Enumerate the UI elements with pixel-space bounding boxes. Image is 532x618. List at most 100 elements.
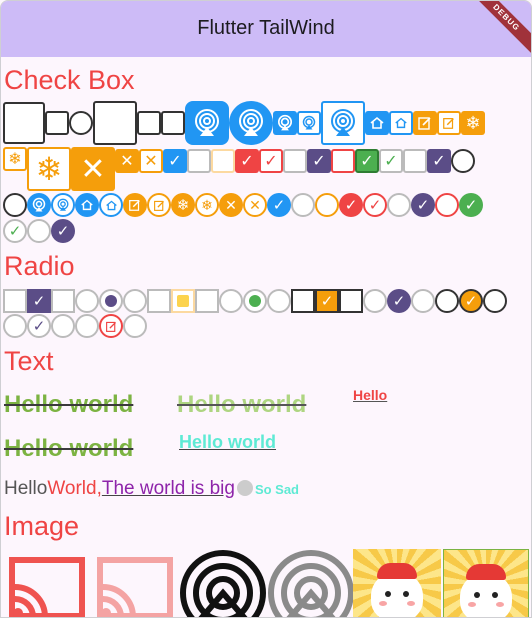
checkbox-checked[interactable]: ✓: [259, 149, 283, 173]
snowflake-icon: ❄: [35, 151, 63, 187]
close-checkbox-circle[interactable]: ✕: [243, 193, 267, 217]
radio[interactable]: [435, 289, 459, 313]
close-checkbox[interactable]: ✕: [71, 147, 115, 191]
radio[interactable]: [339, 289, 363, 313]
radio[interactable]: [291, 289, 315, 313]
home-checkbox[interactable]: [389, 111, 413, 135]
radio-selected[interactable]: [243, 289, 267, 313]
radio[interactable]: [219, 289, 243, 313]
checkbox-circle-checked[interactable]: ✓: [3, 219, 27, 243]
edit-checkbox[interactable]: [413, 111, 437, 135]
check-icon: ✓: [416, 197, 430, 214]
checkbox[interactable]: [3, 102, 45, 144]
radio-selected[interactable]: ✓: [459, 289, 483, 313]
radio[interactable]: [267, 289, 291, 313]
radio[interactable]: [3, 314, 27, 338]
checkbox-checked[interactable]: ✓: [307, 149, 331, 173]
checkbox-circle[interactable]: [451, 149, 475, 173]
radio[interactable]: [411, 289, 435, 313]
check-icon: ✓: [168, 153, 182, 170]
edit-checkbox[interactable]: [437, 111, 461, 135]
radio[interactable]: [51, 289, 75, 313]
radio[interactable]: [75, 314, 99, 338]
radio[interactable]: [3, 289, 27, 313]
airplay-checkbox-circle[interactable]: [51, 193, 75, 217]
radio[interactable]: [75, 289, 99, 313]
checkbox[interactable]: [187, 149, 211, 173]
checkbox-checked[interactable]: ✓: [379, 149, 403, 173]
checkbox[interactable]: [45, 111, 69, 135]
airplay-checkbox[interactable]: [229, 101, 273, 145]
check-icon: ✓: [32, 293, 46, 310]
radio-selected[interactable]: ✓: [27, 289, 51, 313]
rich-text-line: Hello World, The world is big So Sad: [4, 478, 299, 500]
snowflake-checkbox-circle[interactable]: ❄: [195, 193, 219, 217]
radio[interactable]: [51, 314, 75, 338]
checkbox[interactable]: [137, 111, 161, 135]
radio[interactable]: [123, 314, 147, 338]
radio[interactable]: [195, 289, 219, 313]
airplay-checkbox[interactable]: [321, 101, 365, 145]
radio-row-1: ✓ ✓ ✓ ✓: [3, 289, 507, 313]
checkbox-circle-checked[interactable]: ✓: [411, 193, 435, 217]
checkbox-circle-checked[interactable]: ✓: [267, 193, 291, 217]
text-strike-light: Hello world: [177, 391, 307, 418]
airplay-checkbox[interactable]: [297, 111, 321, 135]
checkbox[interactable]: [211, 149, 235, 173]
edit-checkbox-circle[interactable]: [147, 193, 171, 217]
checkbox-circle[interactable]: [315, 193, 339, 217]
snowflake-checkbox-circle[interactable]: ❄: [171, 193, 195, 217]
radio-selected[interactable]: ✓: [315, 289, 339, 313]
snowflake-checkbox[interactable]: ❄: [461, 111, 485, 135]
radio[interactable]: [147, 289, 171, 313]
radio[interactable]: [483, 289, 507, 313]
close-checkbox-circle[interactable]: ✕: [219, 193, 243, 217]
checkbox[interactable]: [161, 111, 185, 135]
radio-dot: [177, 295, 189, 307]
checkbox[interactable]: [69, 111, 93, 135]
checkbox-circle-checked[interactable]: ✓: [51, 219, 75, 243]
checkbox[interactable]: [403, 149, 427, 173]
edit-icon: [129, 200, 140, 211]
snowflake-checkbox[interactable]: ❄: [3, 147, 27, 171]
checkbox[interactable]: [93, 101, 137, 145]
radio[interactable]: [123, 289, 147, 313]
checkbox[interactable]: [331, 149, 355, 173]
checkbox-circle-checked[interactable]: ✓: [339, 193, 363, 217]
home-checkbox-circle[interactable]: [75, 193, 99, 217]
checkbox-checked[interactable]: ✓: [355, 149, 379, 173]
avatar-icon: [236, 480, 253, 496]
close-checkbox[interactable]: ✕: [115, 149, 139, 173]
radio[interactable]: [363, 289, 387, 313]
checkbox-circle[interactable]: [3, 193, 27, 217]
close-checkbox[interactable]: ✕: [139, 149, 163, 173]
check-icon: ✓: [56, 223, 70, 240]
checkbox-checked[interactable]: ✓: [163, 149, 187, 173]
checkbox-circle[interactable]: [291, 193, 315, 217]
check-icon: ✓: [360, 153, 374, 170]
airplay-checkbox[interactable]: [185, 101, 229, 145]
radio-selected[interactable]: [99, 289, 123, 313]
checkbox-circle[interactable]: [27, 219, 51, 243]
checkbox-checked[interactable]: ✓: [427, 149, 451, 173]
edit-checkbox-circle[interactable]: [123, 193, 147, 217]
home-checkbox-circle[interactable]: [99, 193, 123, 217]
checkbox-circle[interactable]: [387, 193, 411, 217]
radio-selected[interactable]: ✓: [387, 289, 411, 313]
radio-selected[interactable]: ✓: [27, 314, 51, 338]
checkbox[interactable]: [283, 149, 307, 173]
check-icon: ✓: [264, 153, 278, 170]
checkbox-row-3: ❄ ❄ ✕ ✕ ✓ ✓ ✓ ✓ ✓: [3, 193, 483, 217]
check-icon: ✓: [464, 197, 478, 214]
checkbox-checked[interactable]: ✓: [235, 149, 259, 173]
checkbox-circle-checked[interactable]: ✓: [459, 193, 483, 217]
snowflake-checkbox[interactable]: ❄: [27, 147, 71, 191]
airplay-checkbox[interactable]: [273, 111, 297, 135]
radio-selected[interactable]: [171, 289, 195, 313]
edit-radio[interactable]: [99, 314, 123, 338]
text-link[interactable]: The world is big: [102, 478, 235, 500]
home-checkbox[interactable]: [365, 111, 389, 135]
checkbox-circle[interactable]: [435, 193, 459, 217]
airplay-checkbox-circle[interactable]: [27, 193, 51, 217]
checkbox-circle-checked[interactable]: ✓: [363, 193, 387, 217]
